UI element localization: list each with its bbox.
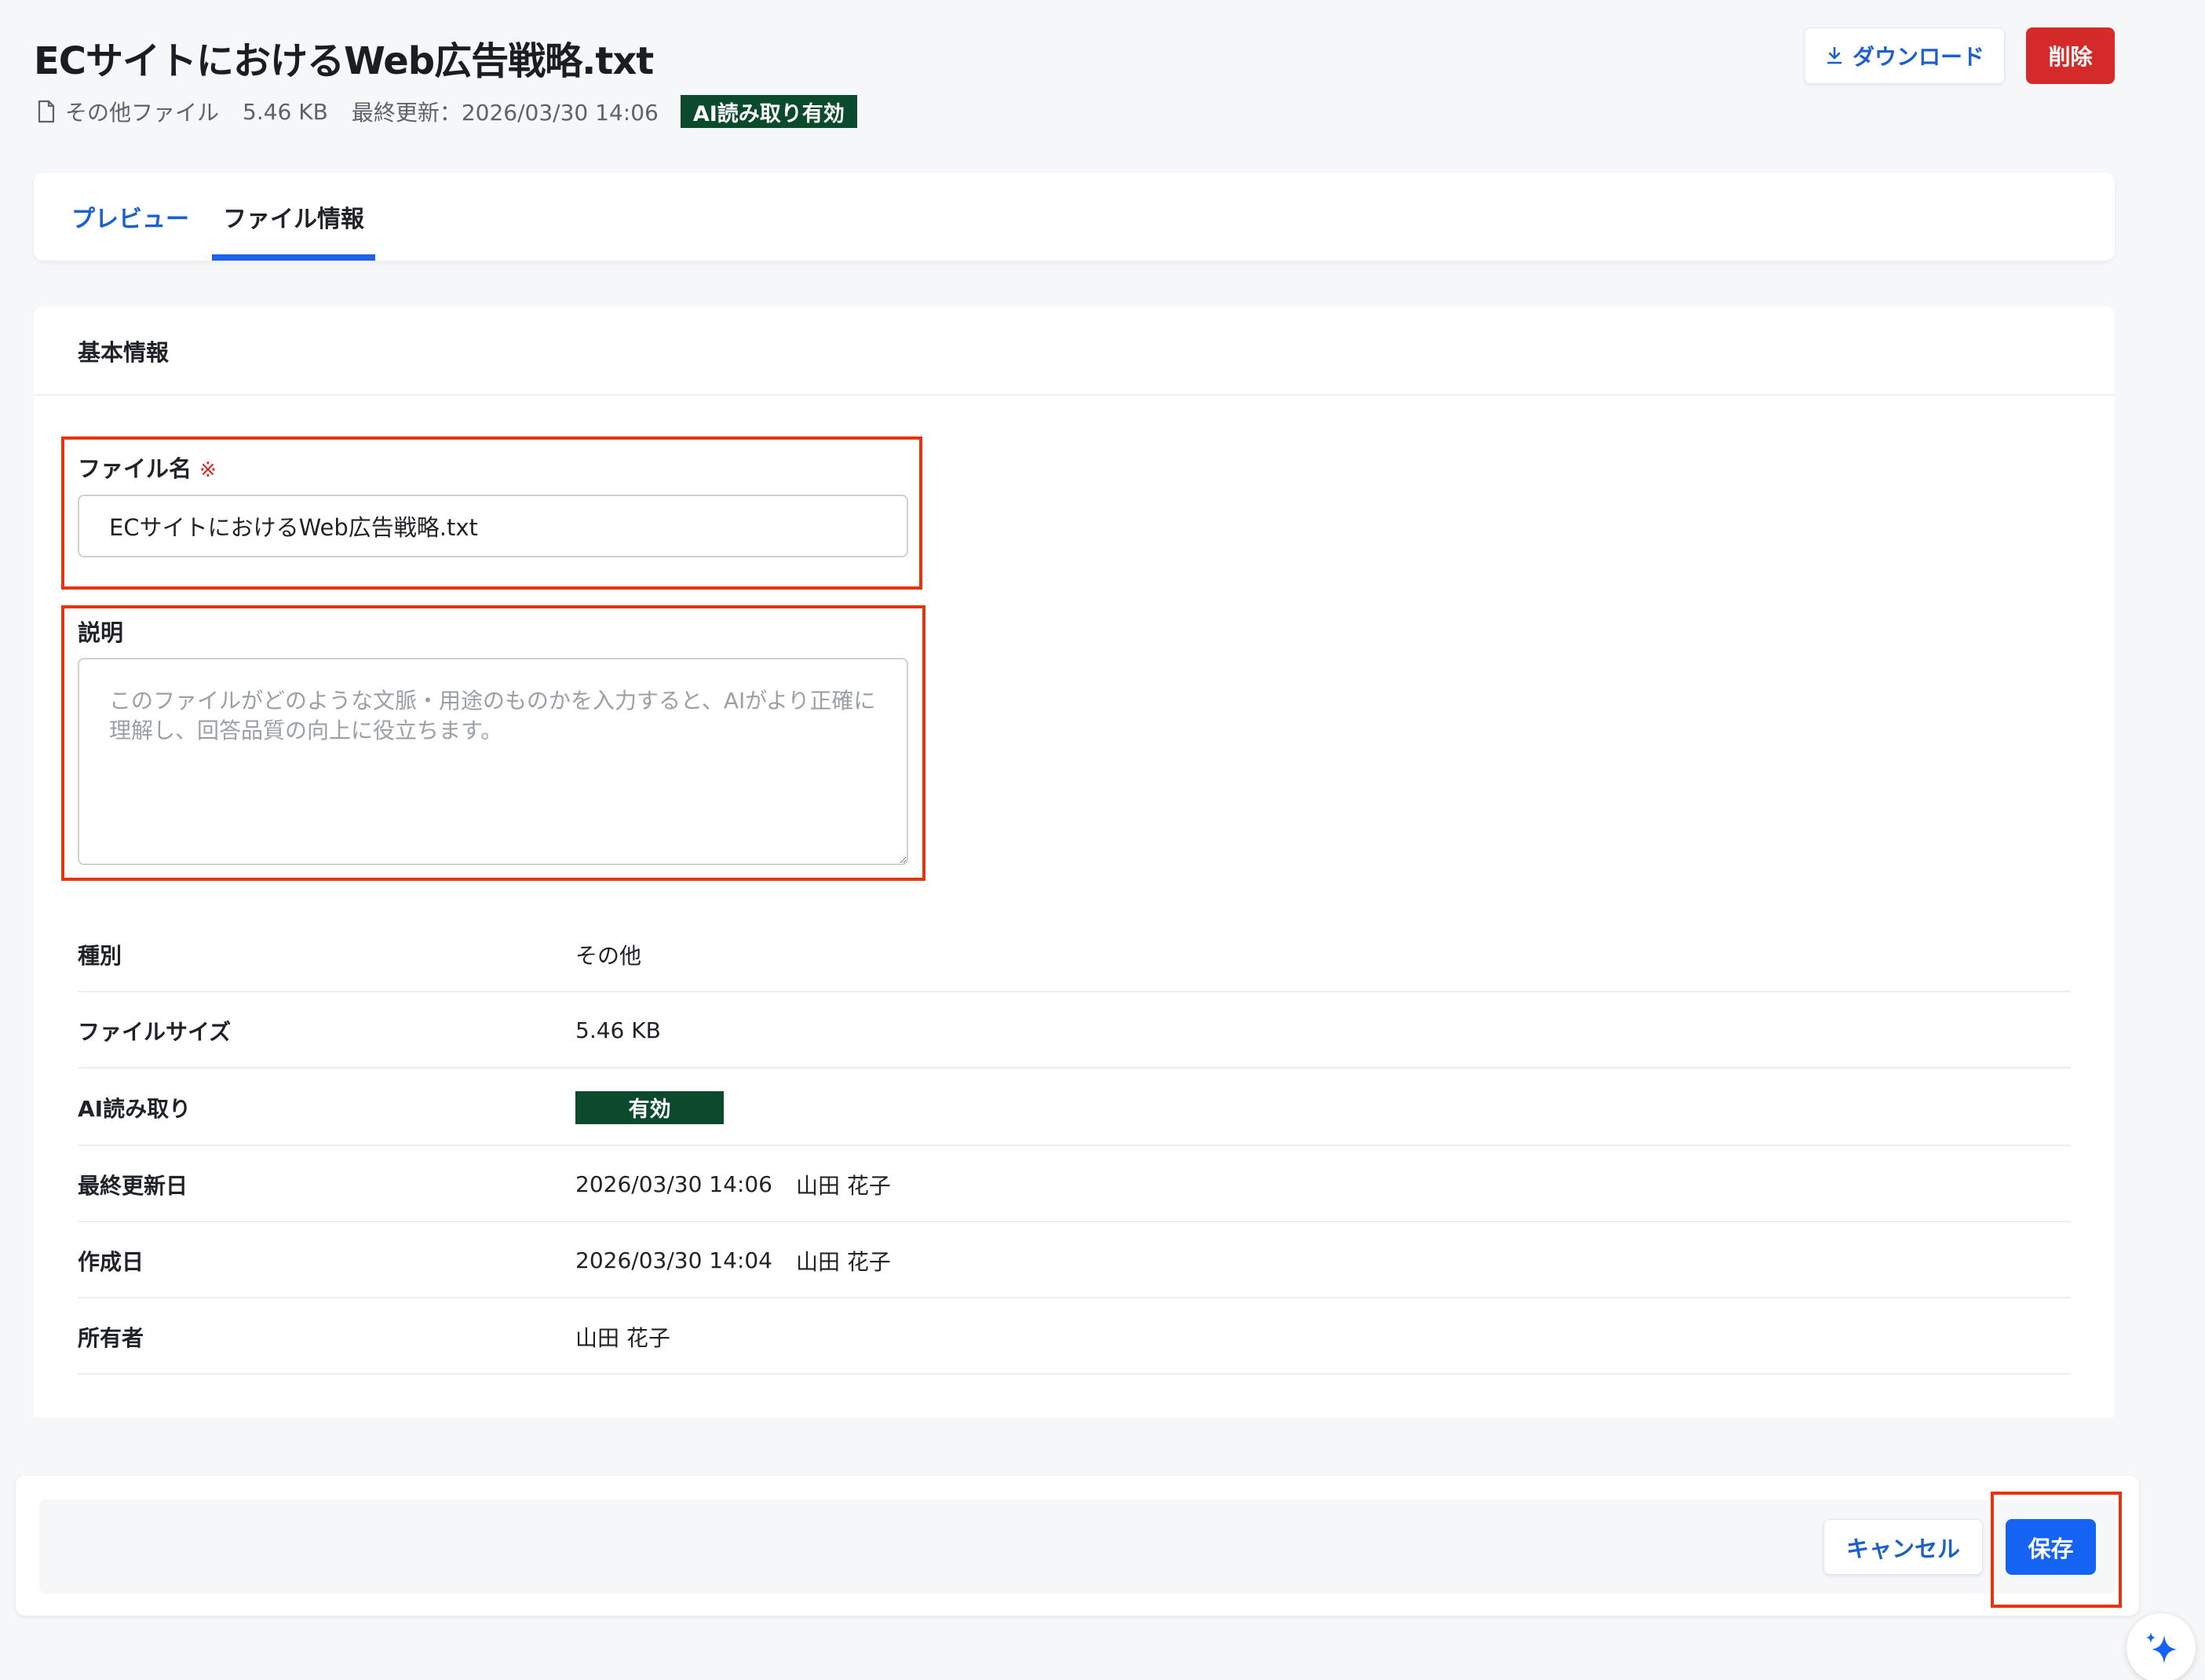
cancel-button[interactable]: キャンセル (1824, 1519, 1983, 1575)
file-type: その他ファイル (65, 100, 220, 126)
sparkle-icon (2146, 1632, 2177, 1664)
tab-bar: プレビュー ファイル情報 (34, 173, 2115, 261)
ai-assistant-button[interactable] (2127, 1613, 2196, 1680)
tab-file-info[interactable]: ファイル情報 (212, 173, 375, 261)
section-title: 基本情報 (78, 339, 170, 366)
footer-action-bar (16, 1476, 2139, 1616)
delete-button[interactable]: 削除 (2026, 27, 2115, 84)
ai-label: AI読み取り (78, 1095, 192, 1122)
info-row-owner: 所有者 山田 花子 (78, 1298, 2071, 1375)
required-mark: ※ (199, 458, 217, 482)
last-updated: 最終更新：2026/03/30 14:06 (351, 100, 659, 126)
info-row-created: 作成日 2026/03/30 14:04 山田 花子 (78, 1222, 2071, 1298)
info-row-size: ファイルサイズ 5.46 KB (78, 992, 2071, 1068)
download-label: ダウンロード (1852, 44, 1984, 70)
download-button[interactable]: ダウンロード (1804, 27, 2005, 84)
delete-label: 削除 (2048, 44, 2093, 70)
info-row-ai: AI読み取り 有効 (78, 1068, 2071, 1146)
file-icon (38, 100, 55, 123)
description-textarea[interactable] (78, 658, 908, 865)
footer-inner (39, 1499, 2116, 1594)
ai-enabled-badge: 有効 (575, 1090, 724, 1124)
type-label: 種別 (78, 942, 122, 969)
file-size: 5.46 KB (243, 98, 328, 125)
filename-label-text: ファイル名 (78, 455, 192, 482)
type-value: その他 (575, 942, 642, 969)
updated-label: 最終更新日 (78, 1172, 188, 1199)
ai-value: 有効 (575, 1068, 724, 1146)
basic-info-card: 基本情報 ファイル名 ※ 説明 種別 その他 ファイルサイズ 5.46 KB AI… (34, 306, 2115, 1417)
filename-label: ファイル名 ※ (78, 451, 217, 484)
download-icon (1827, 46, 1842, 64)
ai-status-badge: AI読み取り有効 (680, 95, 857, 128)
filename-input[interactable] (78, 495, 908, 557)
file-meta: その他ファイル 5.46 KB 最終更新：2026/03/30 14:06 AI… (37, 94, 857, 129)
tab-preview[interactable]: プレビュー (71, 173, 189, 261)
save-button[interactable]: 保存 (2006, 1519, 2096, 1575)
owner-value: 山田 花子 (575, 1324, 670, 1351)
created-date: 2026/03/30 14:04 (575, 1247, 772, 1273)
active-tab-indicator (212, 254, 375, 261)
info-row-type: 種別 その他 (78, 916, 2071, 992)
created-value: 2026/03/30 14:04 山田 花子 (575, 1222, 891, 1298)
size-label: ファイルサイズ (78, 1018, 232, 1045)
updated-by: 山田 花子 (795, 1172, 891, 1199)
description-label: 説明 (78, 619, 124, 646)
page: ECサイトにおけるWeb広告戦略.txt その他ファイル 5.46 KB 最終更… (0, 0, 2205, 1680)
updated-date: 2026/03/30 14:06 (575, 1171, 772, 1197)
created-label: 作成日 (78, 1248, 144, 1275)
created-by: 山田 花子 (795, 1248, 891, 1275)
info-row-updated: 最終更新日 2026/03/30 14:06 山田 花子 (78, 1146, 2071, 1222)
divider (34, 394, 2115, 396)
owner-label: 所有者 (78, 1324, 144, 1351)
size-value: 5.46 KB (575, 1017, 661, 1043)
updated-value: 2026/03/30 14:06 山田 花子 (575, 1146, 891, 1222)
page-title: ECサイトにおけるWeb広告戦略.txt (34, 39, 654, 83)
